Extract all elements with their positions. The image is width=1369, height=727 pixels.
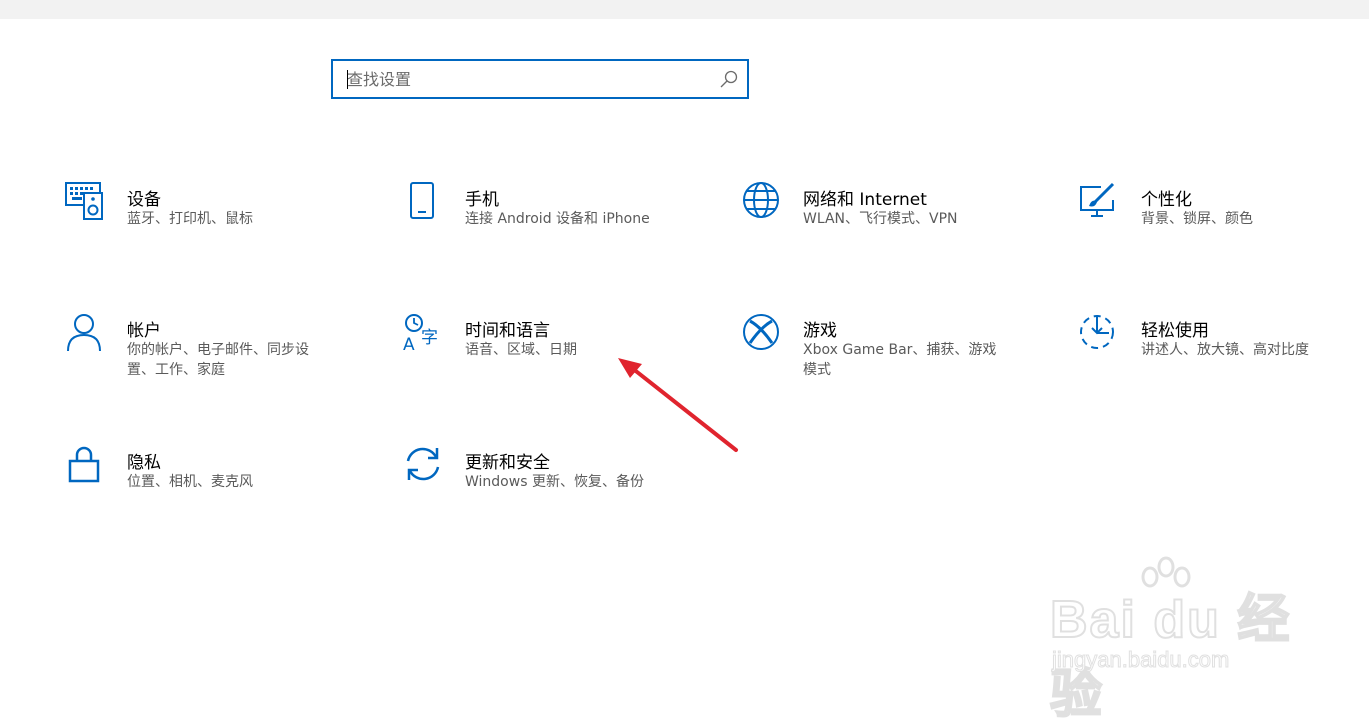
tile-description: WLAN、飞行模式、VPN: [803, 211, 958, 227]
search-box[interactable]: [331, 59, 749, 99]
tile-title: 手机: [465, 190, 499, 210]
baidu-watermark: Bai du 经验 jingyan.baidu.com: [1040, 555, 1330, 725]
tile-title: 网络和 Internet: [803, 190, 927, 210]
sync-icon: [406, 447, 440, 481]
tile-description: 背景、锁屏、颜色: [1141, 211, 1253, 227]
tile-title: 个性化: [1141, 190, 1192, 210]
tile-description: Xbox Game Bar、捕获、游戏模式: [803, 342, 997, 378]
tile-title: 更新和安全: [465, 453, 550, 473]
paint-brush-icon: [1080, 182, 1115, 217]
settings-tile-gaming[interactable]: 游戏 Xbox Game Bar、捕获、游戏模式: [741, 313, 1041, 393]
tile-title: 时间和语言: [465, 321, 550, 341]
tile-description: 蓝牙、打印机、鼠标: [127, 211, 253, 227]
settings-tile-update-security[interactable]: 更新和安全 Windows 更新、恢复、备份: [403, 445, 703, 525]
ease-of-access-icon: [1080, 315, 1114, 349]
settings-tile-ease-of-access[interactable]: 轻松使用 讲述人、放大镜、高对比度: [1079, 313, 1369, 393]
title-bar: [0, 0, 1369, 19]
time-language-icon: A 字: [403, 314, 438, 353]
xbox-icon: [743, 314, 779, 350]
svg-text:A: A: [403, 335, 415, 353]
settings-tile-accounts[interactable]: 帐户 你的帐户、电子邮件、同步设置、工作、家庭: [65, 313, 365, 393]
search-input[interactable]: [333, 61, 717, 97]
tile-description: 讲述人、放大镜、高对比度: [1141, 342, 1309, 358]
watermark-url: jingyan.baidu.com: [1051, 647, 1230, 673]
settings-tile-privacy[interactable]: 隐私 位置、相机、麦克风: [65, 445, 365, 525]
settings-tile-devices[interactable]: 设备 蓝牙、打印机、鼠标: [65, 182, 365, 262]
settings-tile-phone[interactable]: 手机 连接 Android 设备和 iPhone: [403, 182, 703, 262]
settings-tile-network[interactable]: 网络和 Internet WLAN、飞行模式、VPN: [741, 182, 1041, 262]
settings-tile-personalization[interactable]: 个性化 背景、锁屏、颜色: [1079, 182, 1369, 262]
phone-icon: [410, 182, 434, 219]
tile-title: 隐私: [127, 453, 161, 473]
keyboard-speaker-icon: [65, 182, 103, 220]
tile-description: 位置、相机、麦克风: [127, 474, 253, 490]
tile-description: 你的帐户、电子邮件、同步设置、工作、家庭: [127, 342, 309, 378]
person-icon: [67, 314, 101, 352]
svg-text:字: 字: [421, 328, 438, 348]
tile-title: 游戏: [803, 321, 837, 341]
tile-title: 轻松使用: [1141, 321, 1209, 341]
tile-title: 帐户: [127, 321, 161, 341]
globe-icon: [743, 182, 779, 218]
search-icon[interactable]: [719, 69, 739, 89]
annotation-arrow: [618, 358, 738, 452]
tile-description: 连接 Android 设备和 iPhone: [465, 211, 650, 227]
tile-title: 设备: [127, 190, 161, 210]
text-caret: [347, 70, 348, 89]
tile-description: Windows 更新、恢复、备份: [465, 474, 644, 490]
lock-icon: [68, 446, 100, 483]
